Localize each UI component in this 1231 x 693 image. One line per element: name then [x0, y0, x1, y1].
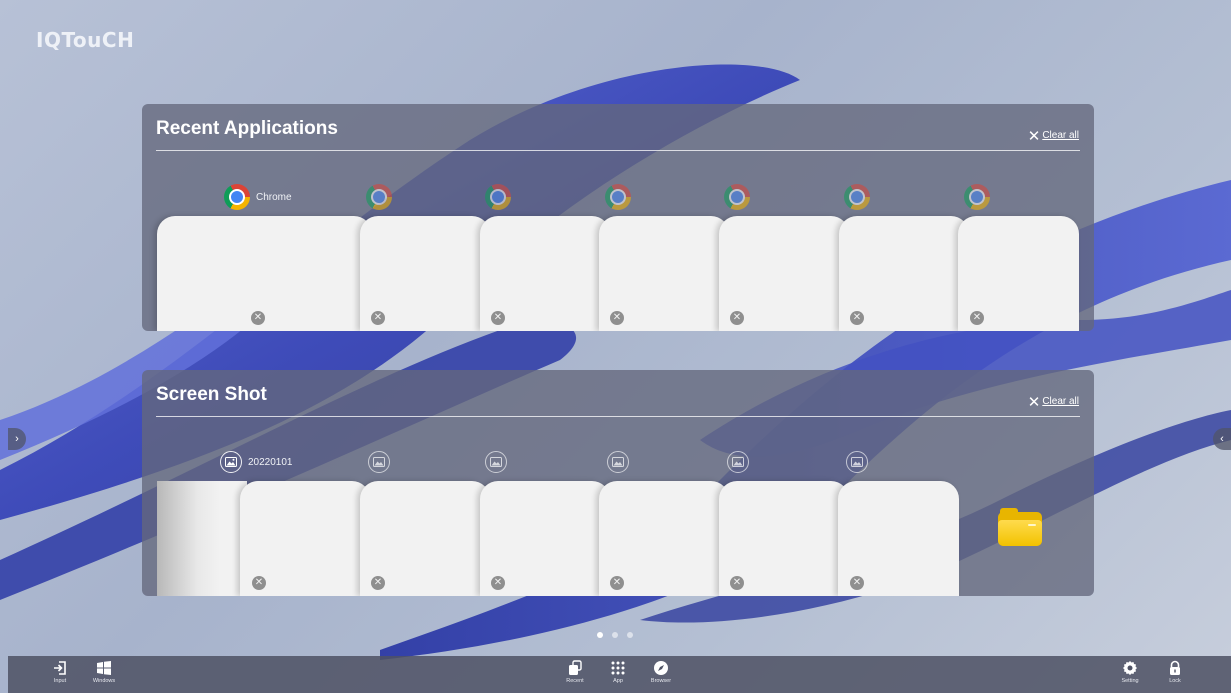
setting-label: Setting — [1121, 678, 1139, 684]
close-icon: ✕ — [1027, 126, 1041, 145]
close-icon[interactable]: ✕ — [850, 311, 864, 325]
recent-icon — [569, 660, 582, 675]
close-icon[interactable]: ✕ — [251, 311, 265, 325]
recent-app-card[interactable]: ✕ — [839, 216, 969, 331]
screenshot-card[interactable]: ✕ — [480, 481, 610, 596]
browser-button[interactable]: Browser — [646, 660, 676, 685]
screenshot-card[interactable]: ✕ — [240, 481, 370, 596]
compass-icon — [654, 661, 668, 675]
screenshot-card[interactable]: ✕ — [838, 481, 959, 596]
screen-shot-panel: Screen Shot ✕ Clear all 20220101 ✕ ✕ ✕ ✕… — [142, 370, 1094, 596]
chrome-icon — [605, 184, 631, 210]
screenshot-header — [607, 451, 629, 473]
image-icon — [846, 451, 868, 473]
input-label: Input — [53, 678, 67, 684]
image-icon — [727, 451, 749, 473]
image-icon — [220, 451, 242, 473]
page-dot[interactable] — [612, 632, 618, 638]
panel-divider — [156, 416, 1080, 417]
page-indicator — [597, 632, 633, 638]
recent-app-card[interactable]: ✕ — [958, 216, 1079, 331]
image-icon — [485, 451, 507, 473]
close-icon[interactable]: ✕ — [491, 311, 505, 325]
chrome-icon — [224, 184, 250, 210]
input-button[interactable]: Input — [45, 660, 75, 685]
windows-label: Windows — [92, 678, 116, 684]
recent-app-header — [964, 184, 990, 210]
lock-button[interactable]: Lock — [1160, 660, 1190, 685]
screenshot-header — [846, 451, 868, 473]
recent-app-card[interactable]: ✕ — [599, 216, 729, 331]
app-button[interactable]: App — [603, 660, 633, 685]
recent-app-card[interactable]: ✕ — [719, 216, 849, 331]
close-icon[interactable]: ✕ — [730, 576, 744, 590]
app-label: App — [613, 678, 623, 684]
recent-app-header: Chrome — [224, 184, 292, 210]
recent-app-header — [605, 184, 631, 210]
image-icon — [607, 451, 629, 473]
recent-label: Recent — [566, 678, 584, 684]
close-icon[interactable]: ✕ — [970, 311, 984, 325]
recent-applications-panel: Recent Applications ✕ Clear all Chrome ✕… — [142, 104, 1094, 331]
recent-app-header — [485, 184, 511, 210]
browser-label: Browser — [650, 678, 672, 684]
chrome-icon — [724, 184, 750, 210]
taskbar: Input Windows Recent App Browser Setting… — [8, 656, 1231, 693]
recent-app-card[interactable]: ✕ — [157, 216, 372, 331]
recent-app-card[interactable]: ✕ — [480, 216, 610, 331]
windows-icon — [97, 661, 111, 675]
chrome-icon — [485, 184, 511, 210]
recent-clear-all-button[interactable]: ✕ Clear all — [1027, 126, 1079, 145]
recent-app-header — [724, 184, 750, 210]
screenshot-header — [727, 451, 749, 473]
screenshot-label: 20220101 — [248, 456, 293, 468]
recent-app-header — [844, 184, 870, 210]
close-icon[interactable]: ✕ — [371, 311, 385, 325]
screenshot-clear-all-label: Clear all — [1042, 396, 1079, 407]
close-icon[interactable]: ✕ — [252, 576, 266, 590]
input-icon — [54, 661, 66, 675]
chevron-left-icon[interactable]: ‹ — [1213, 428, 1231, 450]
screenshot-card[interactable]: ✕ — [599, 481, 729, 596]
app-grid-icon — [611, 661, 625, 675]
close-icon[interactable]: ✕ — [610, 311, 624, 325]
brand-logo: IQTouCH — [36, 28, 135, 52]
recent-app-label: Chrome — [256, 191, 292, 203]
screenshot-card[interactable]: ✕ — [360, 481, 490, 596]
close-icon[interactable]: ✕ — [850, 576, 864, 590]
close-icon[interactable]: ✕ — [610, 576, 624, 590]
page-dot[interactable] — [627, 632, 633, 638]
close-icon: ✕ — [1027, 392, 1041, 411]
chrome-icon — [964, 184, 990, 210]
close-icon[interactable]: ✕ — [491, 576, 505, 590]
screenshot-header: 20220101 — [220, 451, 293, 473]
screenshot-clear-all-button[interactable]: ✕ Clear all — [1027, 392, 1079, 411]
windows-button[interactable]: Windows — [89, 660, 119, 685]
screenshot-card[interactable] — [157, 481, 247, 596]
screenshot-card[interactable]: ✕ — [719, 481, 849, 596]
screen-shot-title: Screen Shot — [156, 384, 267, 405]
chrome-icon — [844, 184, 870, 210]
lock-label: Lock — [1169, 678, 1181, 684]
recent-app-card[interactable]: ✕ — [360, 216, 490, 331]
recent-applications-title: Recent Applications — [156, 118, 338, 139]
page-dot[interactable] — [597, 632, 603, 638]
gear-icon — [1123, 661, 1137, 675]
recent-app-header — [366, 184, 392, 210]
close-icon[interactable]: ✕ — [371, 576, 385, 590]
recent-clear-all-label: Clear all — [1042, 130, 1079, 141]
screenshot-header — [368, 451, 390, 473]
screenshot-header — [485, 451, 507, 473]
folder-icon[interactable] — [998, 508, 1042, 546]
panel-divider — [156, 150, 1080, 151]
chrome-icon — [366, 184, 392, 210]
recent-button[interactable]: Recent — [560, 660, 590, 685]
close-icon[interactable]: ✕ — [730, 311, 744, 325]
setting-button[interactable]: Setting — [1115, 660, 1145, 685]
image-icon — [368, 451, 390, 473]
lock-icon — [1170, 660, 1180, 675]
